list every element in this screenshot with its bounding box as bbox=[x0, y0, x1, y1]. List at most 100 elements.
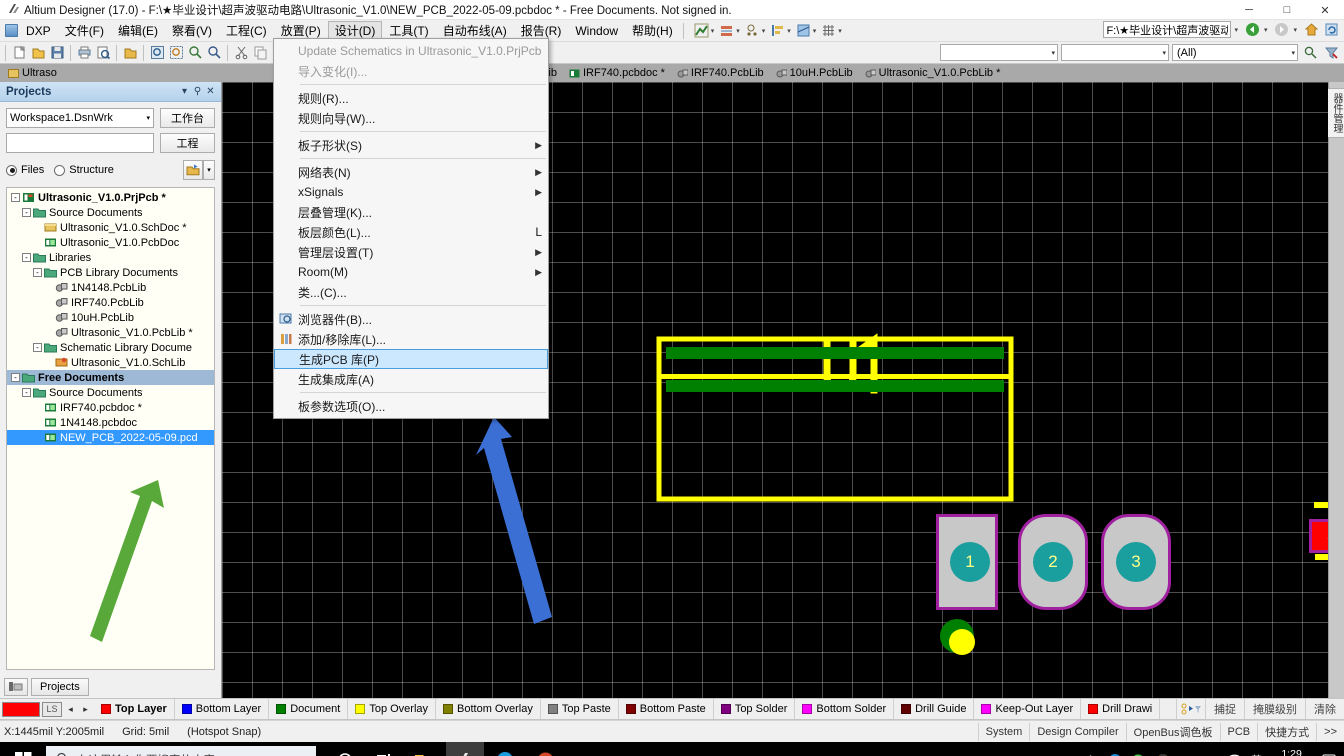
tree-item[interactable]: Ultrasonic_V1.0.SchLib bbox=[7, 355, 214, 370]
tree-expander[interactable]: - bbox=[33, 343, 42, 352]
tree-item[interactable]: 1N4148.PcbLib bbox=[7, 280, 214, 295]
document-tab[interactable]: Ultraso bbox=[2, 64, 63, 82]
chevron-down-icon[interactable]: ▾ bbox=[736, 27, 740, 35]
taskbar-search[interactable]: 在这里输入你要搜索的内容 bbox=[46, 746, 316, 756]
zoom-selection-icon[interactable] bbox=[167, 44, 185, 62]
workspace-button[interactable]: 工作台 bbox=[160, 108, 215, 128]
board-view-icon[interactable] bbox=[795, 22, 812, 39]
open-document-icon[interactable] bbox=[29, 44, 47, 62]
open-project-icon[interactable] bbox=[121, 44, 139, 62]
chevron-down-icon[interactable]: ▾ bbox=[178, 85, 191, 98]
project-input[interactable] bbox=[6, 133, 154, 153]
project-button[interactable]: 工程 bbox=[160, 133, 215, 153]
tree-item[interactable]: 1N4148.pcbdoc bbox=[7, 415, 214, 430]
tree-item[interactable]: Ultrasonic_V1.0.SchDoc * bbox=[7, 220, 214, 235]
design-menu-item[interactable]: xSignals ▶ bbox=[274, 182, 548, 202]
altium-designer-icon[interactable] bbox=[446, 742, 484, 756]
tree-item[interactable]: - Schematic Library Docume bbox=[7, 340, 214, 355]
minimize-button[interactable]: ─ bbox=[1230, 0, 1268, 20]
layer-tab[interactable]: Top Layer bbox=[94, 699, 175, 719]
project-tree[interactable]: - Ultrasonic_V1.0.PrjPcb * - Source Documen… bbox=[6, 187, 215, 670]
tree-item[interactable]: IRF740.pcbdoc * bbox=[7, 400, 214, 415]
back-icon[interactable] bbox=[1244, 21, 1261, 38]
tree-expander[interactable]: - bbox=[22, 388, 31, 397]
chevron-up-icon[interactable]: ^ bbox=[1083, 753, 1098, 756]
tree-item[interactable]: Ultrasonic_V1.0.PcbDoc bbox=[7, 235, 214, 250]
tree-item[interactable]: - Ultrasonic_V1.0.PrjPcb * bbox=[7, 190, 214, 205]
layer-options-icon[interactable] bbox=[1176, 699, 1205, 719]
workspace-select[interactable]: Workspace1.DsnWrk ▾ bbox=[6, 108, 154, 128]
layer-tab[interactable]: Document bbox=[269, 699, 349, 719]
status-openbus-button[interactable]: OpenBus调色板 bbox=[1125, 722, 1220, 741]
status-shortcuts-button[interactable]: 快捷方式 bbox=[1257, 722, 1316, 741]
menu-item-help[interactable]: 帮助(H) bbox=[625, 21, 680, 41]
tree-item[interactable]: - Source Documents bbox=[7, 205, 214, 220]
layer-tab[interactable]: Top Paste bbox=[541, 699, 619, 719]
wifi-icon[interactable] bbox=[1227, 753, 1242, 756]
new-document-icon[interactable] bbox=[10, 44, 28, 62]
save-icon[interactable] bbox=[48, 44, 66, 62]
document-tab[interactable]: 10uH.PcbLib bbox=[770, 64, 859, 82]
tree-item[interactable]: NEW_PCB_2022-05-09.pcd bbox=[7, 430, 214, 445]
home-icon[interactable] bbox=[1303, 21, 1320, 38]
mask-level-button[interactable]: 掩膜级别 bbox=[1244, 699, 1305, 719]
menu-item-view[interactable]: 察看(V) bbox=[165, 21, 219, 41]
layer-tab[interactable]: Bottom Layer bbox=[175, 699, 270, 719]
pin-icon[interactable]: ⚲ bbox=[191, 85, 204, 98]
find-similar-icon[interactable] bbox=[744, 22, 761, 39]
taskbar-clock[interactable]: 1:29 2022/5/9 bbox=[1271, 748, 1312, 756]
zoom-area-icon[interactable] bbox=[148, 44, 166, 62]
design-menu-item[interactable]: 生成PCB 库(P) bbox=[274, 349, 548, 369]
chevron-down-icon[interactable]: ▾ bbox=[711, 27, 715, 35]
open-folder-icon[interactable] bbox=[183, 160, 203, 180]
close-icon[interactable]: ✕ bbox=[204, 85, 217, 98]
design-rule-check-icon[interactable] bbox=[693, 22, 710, 39]
layer-tab[interactable]: Top Solder bbox=[714, 699, 796, 719]
file-explorer-icon[interactable] bbox=[406, 742, 444, 756]
print-preview-icon[interactable] bbox=[94, 44, 112, 62]
menu-item-project[interactable]: 工程(C) bbox=[219, 21, 274, 41]
menu-item-dxp[interactable]: DXP bbox=[19, 21, 58, 41]
menu-item-file[interactable]: 文件(F) bbox=[58, 21, 111, 41]
open-project-dropdown[interactable]: ▾ bbox=[203, 160, 215, 180]
apply-filter-icon[interactable] bbox=[1301, 44, 1319, 62]
snap-button[interactable]: 捕捉 bbox=[1205, 699, 1244, 719]
address-input[interactable] bbox=[1103, 21, 1232, 38]
maximize-button[interactable]: □ bbox=[1268, 0, 1306, 20]
task-view-icon[interactable] bbox=[366, 742, 404, 756]
document-tab[interactable]: IRF740.pcbdoc * bbox=[563, 64, 671, 82]
design-menu-item[interactable]: 规则向导(W)... bbox=[274, 108, 548, 128]
status-design-compiler-button[interactable]: Design Compiler bbox=[1029, 722, 1125, 741]
chevron-down-icon[interactable]: ▾ bbox=[1293, 26, 1297, 34]
layer-tab[interactable]: Drill Drawi bbox=[1081, 699, 1161, 719]
edge-icon[interactable] bbox=[486, 742, 524, 756]
design-menu-item[interactable]: 添加/移除库(L)... bbox=[274, 329, 548, 349]
copy-icon[interactable] bbox=[251, 44, 269, 62]
tree-expander[interactable]: - bbox=[11, 373, 20, 382]
design-menu-item[interactable]: 管理层设置(T) ▶ bbox=[274, 242, 548, 262]
grid-icon[interactable] bbox=[820, 22, 837, 39]
design-menu-item[interactable]: 生成集成库(A) bbox=[274, 369, 548, 389]
design-menu-item[interactable]: 网络表(N) ▶ bbox=[274, 162, 548, 182]
tree-expander[interactable]: - bbox=[11, 193, 20, 202]
windows-icon[interactable] bbox=[0, 742, 46, 756]
tree-item[interactable]: IRF740.PcbLib bbox=[7, 295, 214, 310]
filter-scope-select[interactable]: ▾ bbox=[940, 44, 1058, 61]
wechat-icon[interactable] bbox=[1131, 753, 1146, 756]
print-icon[interactable] bbox=[75, 44, 93, 62]
volume-icon[interactable] bbox=[1179, 753, 1194, 756]
cortana-icon[interactable] bbox=[326, 742, 364, 756]
filter-object-select[interactable]: ▾ bbox=[1061, 44, 1169, 61]
status-system-button[interactable]: System bbox=[977, 722, 1030, 741]
tree-expander[interactable]: - bbox=[33, 268, 42, 277]
document-tab[interactable]: IRF740.PcbLib bbox=[671, 64, 770, 82]
tree-item[interactable]: 10uH.PcbLib bbox=[7, 310, 214, 325]
tree-item[interactable]: - PCB Library Documents bbox=[7, 265, 214, 280]
design-menu-item[interactable]: 板层颜色(L)... L bbox=[274, 222, 548, 242]
design-menu-item[interactable]: 层叠管理(K)... bbox=[274, 202, 548, 222]
radio-files[interactable]: Files bbox=[6, 164, 44, 176]
tree-item[interactable]: Ultrasonic_V1.0.PcbLib * bbox=[7, 325, 214, 340]
design-menu-item[interactable]: 类...(C)... bbox=[274, 282, 548, 302]
refresh-icon[interactable] bbox=[1323, 21, 1340, 38]
powerpoint-icon[interactable]: P bbox=[526, 742, 564, 756]
